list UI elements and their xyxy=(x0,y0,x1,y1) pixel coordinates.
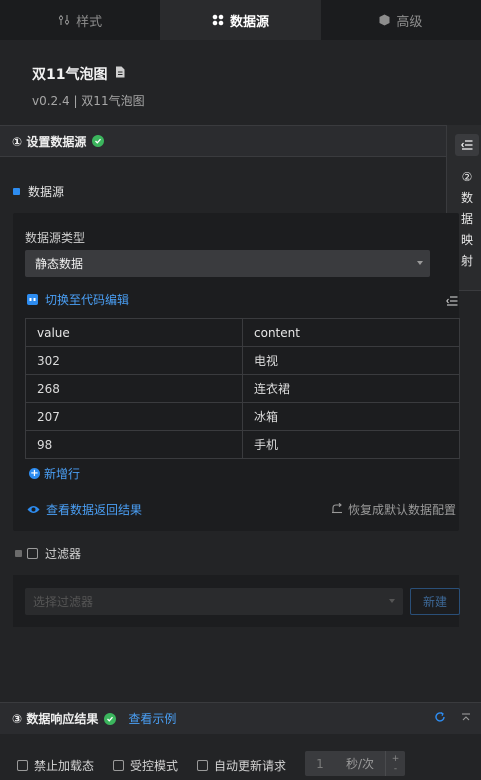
table-header-row: value content xyxy=(25,318,460,347)
interval-value[interactable]: 1 xyxy=(305,757,335,771)
controlled-mode-label: 受控模式 xyxy=(130,759,179,773)
eye-icon xyxy=(27,503,40,517)
datasource-label: 数据源 xyxy=(28,185,65,199)
bullet-square-icon xyxy=(13,188,20,195)
table-row: 268 连衣裙 xyxy=(25,374,460,403)
controlled-mode-checkbox[interactable] xyxy=(113,760,124,771)
switch-code-edit-label: 切换至代码编辑 xyxy=(45,293,130,307)
table-cell[interactable]: 302 xyxy=(25,346,243,375)
caret-down-icon xyxy=(389,599,395,603)
disable-loading-option[interactable]: 禁止加载态 xyxy=(17,757,94,774)
add-row-button[interactable]: + 新增行 xyxy=(29,465,80,482)
auto-update-option[interactable]: 自动更新请求 xyxy=(197,757,286,774)
disable-loading-label: 禁止加载态 xyxy=(34,759,95,773)
disable-loading-checkbox[interactable] xyxy=(17,760,28,771)
view-example-link[interactable]: 查看示例 xyxy=(128,710,176,727)
mapping-label-char: 数 xyxy=(460,191,473,205)
table-cell[interactable]: 268 xyxy=(25,374,243,403)
sliders-icon xyxy=(58,14,70,26)
refresh-icon[interactable] xyxy=(434,711,446,726)
tab-advanced-label: 高级 xyxy=(396,14,423,30)
filter-label: 过滤器 xyxy=(45,547,82,561)
controlled-mode-option[interactable]: 受控模式 xyxy=(113,757,178,774)
table-cell[interactable]: 98 xyxy=(25,430,243,459)
check-circle-icon xyxy=(92,135,105,147)
data-mapping-label: ② 数 据 映 射 xyxy=(460,167,474,272)
mapping-label-char: 据 xyxy=(460,212,473,226)
table-cell[interactable]: 连衣裙 xyxy=(242,374,460,403)
stepper-buttons[interactable]: + - xyxy=(385,751,405,776)
section-datasource-title: ① 设置数据源 xyxy=(12,134,87,149)
datasource-type-label: 数据源类型 xyxy=(25,231,86,245)
interval-stepper[interactable]: 1 秒/次 + - xyxy=(305,751,405,776)
table-cell[interactable]: 冰箱 xyxy=(242,402,460,431)
stepper-minus-icon[interactable]: - xyxy=(394,764,397,774)
plus-circle-icon: + xyxy=(29,468,40,479)
tab-style[interactable]: 样式 xyxy=(0,0,160,40)
view-result-link[interactable]: 查看数据返回结果 xyxy=(27,501,142,518)
filter-select[interactable]: 选择过滤器 xyxy=(25,588,403,615)
restore-default-link[interactable]: 恢复成默认数据配置 xyxy=(331,501,456,518)
tab-datasource-label: 数据源 xyxy=(229,14,269,30)
check-circle-icon xyxy=(104,712,117,725)
section-response-header[interactable]: ③ 数据响应结果 查看示例 xyxy=(0,702,481,734)
add-row-label: 新增行 xyxy=(44,467,81,481)
panel-tabs: 样式 数据源 高级 xyxy=(0,0,481,40)
interval-unit: 秒/次 xyxy=(345,757,375,771)
dots-icon xyxy=(212,14,224,26)
list-collapse-icon[interactable] xyxy=(455,134,479,156)
filter-select-placeholder: 选择过滤器 xyxy=(33,595,94,609)
section-response-title: ③ 数据响应结果 xyxy=(12,712,99,726)
stepper-plus-icon[interactable]: + xyxy=(392,754,400,764)
datasource-type-value: 静态数据 xyxy=(35,257,84,271)
cube-icon xyxy=(379,14,390,26)
mapping-label-char: 射 xyxy=(460,254,473,268)
doc-icon[interactable] xyxy=(115,66,125,82)
tab-advanced[interactable]: 高级 xyxy=(321,0,481,40)
restore-default-label: 恢复成默认数据配置 xyxy=(348,503,457,517)
filter-checkbox[interactable] xyxy=(27,548,38,559)
filter-toggle-row: 过滤器 xyxy=(15,545,81,562)
table-cell[interactable]: 207 xyxy=(25,402,243,431)
collapse-up-icon[interactable] xyxy=(461,712,471,726)
component-title-row: 双11气泡图 xyxy=(32,64,125,84)
datasource-label-row: 数据源 xyxy=(13,183,64,200)
auto-update-checkbox[interactable] xyxy=(197,760,208,771)
bullet-square-icon xyxy=(15,550,22,557)
restore-icon xyxy=(331,502,343,517)
caret-down-icon xyxy=(417,261,423,265)
view-result-label: 查看数据返回结果 xyxy=(46,503,143,517)
column-header-value: value xyxy=(25,318,243,347)
datasource-type-select[interactable]: 静态数据 xyxy=(25,250,430,277)
mapping-label-char: 映 xyxy=(460,233,473,247)
table-cell[interactable]: 电视 xyxy=(242,346,460,375)
component-version: v0.2.4 | 双11气泡图 xyxy=(32,94,145,108)
new-filter-button[interactable]: 新建 xyxy=(410,588,460,615)
table-cell[interactable]: 手机 xyxy=(242,430,460,459)
table-row: 302 电视 xyxy=(25,346,460,375)
column-header-content: content xyxy=(242,318,460,347)
table-row: 98 手机 xyxy=(25,430,460,459)
tab-style-label: 样式 xyxy=(76,14,103,30)
auto-update-label: 自动更新请求 xyxy=(214,759,287,773)
table-row: 207 冰箱 xyxy=(25,402,460,431)
component-title: 双11气泡图 xyxy=(32,67,108,83)
mapping-label-num: ② xyxy=(461,170,473,184)
section-datasource-header[interactable]: ① 设置数据源 xyxy=(0,125,446,157)
static-data-table: value content 302 电视 268 连衣裙 207 冰箱 98 手… xyxy=(25,318,460,459)
tab-datasource[interactable]: 数据源 xyxy=(160,0,321,40)
switch-code-edit-link[interactable]: 切换至代码编辑 xyxy=(27,291,129,308)
code-icon xyxy=(27,294,38,305)
component-header: 双11气泡图 v0.2.4 | 双11气泡图 xyxy=(0,40,481,125)
list-collapse-icon[interactable] xyxy=(446,295,458,309)
